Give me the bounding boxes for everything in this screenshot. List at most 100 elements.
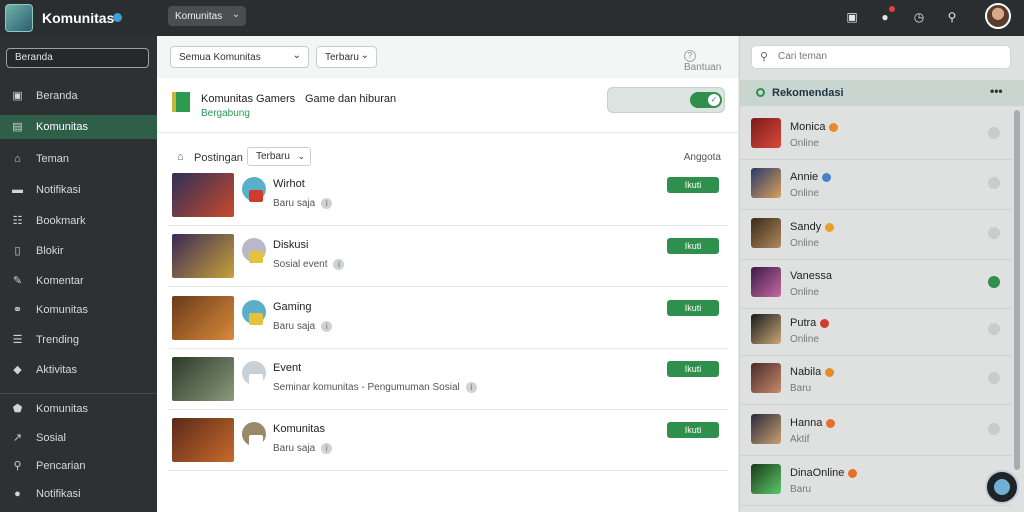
friend-search-input[interactable]: ⚲ Cari teman <box>751 45 1011 69</box>
sidebar-divider <box>0 393 157 394</box>
friend-name[interactable]: Vanessa <box>790 270 832 282</box>
friend-name[interactable]: Sandy <box>790 221 835 233</box>
friend-avatar[interactable] <box>751 464 781 494</box>
follow-button[interactable]: Ikuti <box>667 422 719 438</box>
friend-row[interactable]: Nabila Baru <box>740 355 1012 405</box>
notification-toggle-container: ✓ <box>607 87 725 113</box>
friend-avatar[interactable] <box>751 168 781 198</box>
sidebar-item[interactable]: ▯ Blokir <box>0 239 157 263</box>
follow-button[interactable]: Ikuti <box>667 300 719 316</box>
notification-toggle[interactable]: ✓ <box>690 92 722 108</box>
sidebar-item[interactable]: ⚲ Pencarian <box>0 454 157 478</box>
friend-name[interactable]: Putra <box>790 317 830 329</box>
sidebar-item-label: Notifikasi <box>36 488 81 500</box>
friend-row[interactable]: Putra Online <box>740 306 1012 356</box>
sidebar-item[interactable]: ⌂ Teman <box>0 147 157 171</box>
help-link[interactable]: ?Bantuan <box>684 50 738 73</box>
friend-row[interactable]: Hanna Aktif <box>740 406 1012 456</box>
sidebar-item[interactable]: ◆ Aktivitas <box>0 358 157 382</box>
friend-row[interactable]: Vanessa Online <box>740 259 1012 309</box>
scrollbar[interactable] <box>1014 110 1020 470</box>
friend-row[interactable]: Monica Online <box>740 110 1012 160</box>
sidebar-item[interactable]: ↗ Sosial <box>0 426 157 450</box>
sidebar-item[interactable]: ▬ Notifikasi <box>0 178 157 202</box>
chevron-down-icon: ⌄ <box>231 9 240 20</box>
notification-badge <box>889 6 895 12</box>
post-thumbnail[interactable] <box>172 234 234 278</box>
list-icon: ☰ <box>12 333 23 346</box>
post-title[interactable]: Diskusi <box>273 239 308 251</box>
inbox-icon[interactable]: ▣ <box>845 10 859 24</box>
community-filter[interactable]: Semua Komunitas ⌄ <box>170 46 309 68</box>
friend-row[interactable]: Sandy Online <box>740 210 1012 260</box>
sidebar-item[interactable]: ▤ Komunitas <box>0 115 157 139</box>
friend-avatar[interactable] <box>751 363 781 393</box>
post-row[interactable]: Diskusi Sosial event i Ikuti <box>169 227 729 287</box>
post-meta: Baru saja i <box>273 443 333 454</box>
friend-badge-icon <box>825 222 835 232</box>
friend-avatar[interactable] <box>751 118 781 148</box>
post-title[interactable]: Gaming <box>273 301 312 313</box>
friend-badge-icon <box>826 418 836 428</box>
follow-button[interactable]: Ikuti <box>667 238 719 254</box>
info-icon: ● <box>14 487 21 500</box>
clock-icon[interactable]: ◷ <box>912 10 926 24</box>
more-icon[interactable]: ••• <box>990 84 1003 98</box>
friend-name[interactable]: Monica <box>790 121 839 133</box>
friend-row[interactable]: Annie Online <box>740 160 1012 210</box>
post-thumbnail[interactable] <box>172 418 234 462</box>
friend-name[interactable]: DinaOnline <box>790 467 858 479</box>
sidebar-item[interactable]: ● Notifikasi <box>0 482 157 506</box>
members-link[interactable]: Anggota <box>684 152 721 163</box>
post-meta: Seminar komunitas - Pengumuman Sosial i <box>273 382 477 393</box>
post-thumbnail[interactable] <box>172 296 234 340</box>
friend-name-text: Monica <box>790 121 826 133</box>
post-title[interactable]: Event <box>273 362 301 374</box>
post-row[interactable]: Wirhot Baru saja i Ikuti <box>169 166 729 226</box>
follow-button[interactable]: Ikuti <box>667 361 719 377</box>
friend-avatar[interactable] <box>751 267 781 297</box>
sidebar-item[interactable]: ☷ Bookmark <box>0 209 157 233</box>
community-description: Game dan hiburan <box>305 93 397 105</box>
friend-name[interactable]: Nabila <box>790 366 835 378</box>
info-icon[interactable]: i <box>321 321 333 332</box>
sidebar-item[interactable]: ⬟ Komunitas <box>0 397 157 421</box>
post-row[interactable]: Event Seminar komunitas - Pengumuman Sosi… <box>169 350 729 410</box>
sort-dropdown[interactable]: Terbaru ⌄ <box>247 147 311 166</box>
shield-icon: ⬟ <box>12 402 23 415</box>
friend-row[interactable]: DinaOnline Baru <box>740 456 1012 506</box>
friend-name[interactable]: Hanna <box>790 417 836 429</box>
info-icon[interactable]: i <box>321 443 333 454</box>
post-thumbnail[interactable] <box>172 357 234 401</box>
post-row[interactable]: Komunitas Baru saja i Ikuti <box>169 411 729 471</box>
chat-button[interactable] <box>985 470 1019 504</box>
post-row[interactable]: Gaming Baru saja i Ikuti <box>169 289 729 349</box>
sidebar-item[interactable]: ☰ Trending <box>0 328 157 352</box>
info-icon[interactable]: i <box>333 259 345 270</box>
notification-icon[interactable]: ● <box>878 10 892 24</box>
sidebar-item-label: Komunitas <box>36 121 88 133</box>
tree-icon[interactable]: ⚲ <box>945 10 959 24</box>
friend-name[interactable]: Annie <box>790 171 832 183</box>
info-icon[interactable]: i <box>465 382 477 393</box>
app-title: Komunitas <box>42 10 115 26</box>
time-filter[interactable]: Terbaru ⌄ <box>316 46 377 68</box>
friend-avatar[interactable] <box>751 414 781 444</box>
sidebar-item[interactable]: ✎ Komentar <box>0 269 157 293</box>
friend-avatar[interactable] <box>751 314 781 344</box>
user-avatar[interactable] <box>985 3 1011 29</box>
follow-button[interactable]: Ikuti <box>667 177 719 193</box>
app-logo[interactable] <box>5 4 33 32</box>
info-icon[interactable]: i <box>321 198 333 209</box>
sidebar-item[interactable]: ▣ Beranda <box>0 84 157 108</box>
post-title[interactable]: Wirhot <box>273 178 305 190</box>
sidebar-item[interactable]: ⚭ Komunitas <box>0 298 157 322</box>
sidebar-search[interactable]: Beranda <box>6 48 149 68</box>
post-title[interactable]: Komunitas <box>273 423 325 435</box>
link-icon: ⚭ <box>12 303 23 316</box>
friend-avatar[interactable] <box>751 218 781 248</box>
post-thumbnail[interactable] <box>172 173 234 217</box>
community-dropdown[interactable]: Komunitas ⌄ <box>168 6 246 26</box>
sidebar-item-label: Komunitas <box>36 304 88 316</box>
sidebar-item-label: Bookmark <box>36 215 86 227</box>
